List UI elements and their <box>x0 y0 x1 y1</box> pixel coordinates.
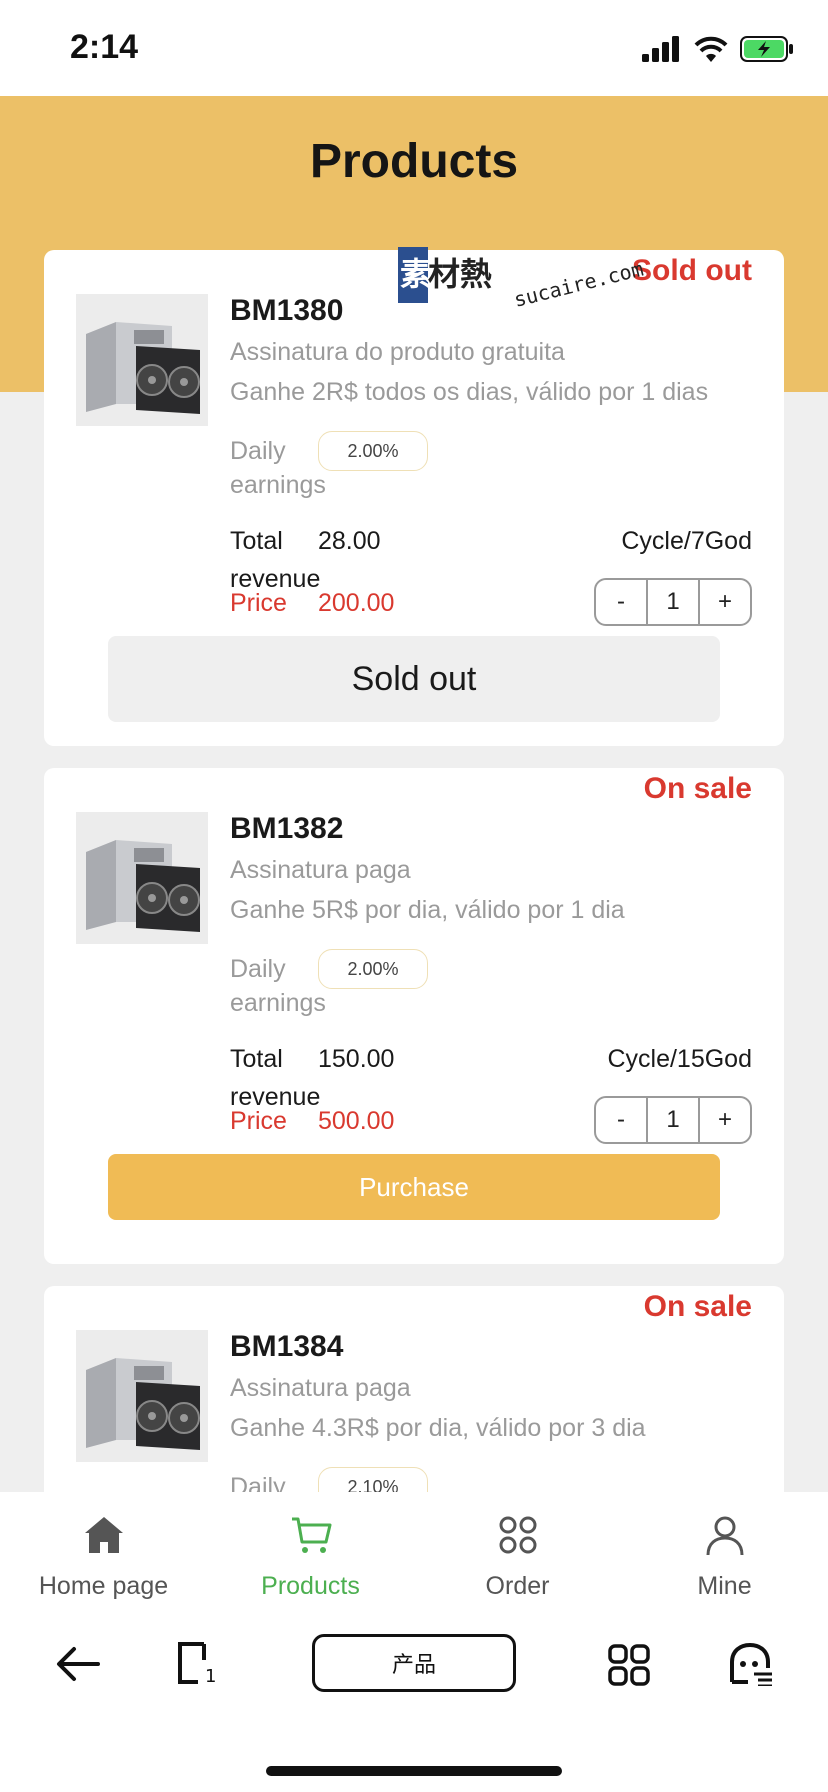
status-badge: On sale <box>643 1290 752 1323</box>
product-subtitle: Assinatura do produto gratuita <box>230 338 565 366</box>
total-revenue-value: 150.00 <box>318 1045 395 1073</box>
daily-rate-badge: 2.00% <box>318 949 428 989</box>
bottom-tabbar: Home page Products Order Mine <box>0 1492 828 1622</box>
product-description: Ganhe 4.3R$ por dia, válido por 3 dia <box>230 1414 646 1442</box>
product-name: BM1384 <box>230 1330 344 1363</box>
quantity-value: 1 <box>646 1098 700 1142</box>
daily-earnings-label: Daily <box>230 1473 286 1492</box>
home-icon <box>84 1517 123 1553</box>
price-value: 500.00 <box>318 1107 395 1135</box>
tab-order[interactable]: Order <box>414 1492 621 1622</box>
decrement-button[interactable]: - <box>596 1098 646 1142</box>
cart-icon <box>291 1517 331 1553</box>
product-image <box>76 294 208 426</box>
increment-button[interactable]: + <box>700 580 750 624</box>
decrement-button[interactable]: - <box>596 580 646 624</box>
increment-button[interactable]: + <box>700 1098 750 1142</box>
product-description: Ganhe 5R$ por dia, válido por 1 dia <box>230 896 625 924</box>
product-list[interactable]: Sold out BM1380 Assinatura do produto gr… <box>0 96 828 1492</box>
order-icon <box>499 1516 536 1554</box>
tab-home[interactable]: Home page <box>0 1492 207 1622</box>
total-revenue-value: 28.00 <box>318 527 381 555</box>
cycle-label: Cycle/15God <box>607 1045 752 1073</box>
daily-earnings-label: Daily earnings <box>230 437 326 499</box>
cycle-label: Cycle/7God <box>621 527 752 555</box>
recent-apps-icon[interactable]: 1 <box>176 1642 220 1686</box>
quantity-value: 1 <box>646 580 700 624</box>
tab-mine[interactable]: Mine <box>621 1492 828 1622</box>
product-image <box>76 812 208 944</box>
system-nav-bar: 1 产品 <box>0 1622 828 1792</box>
price-label: Price <box>230 589 287 617</box>
total-revenue-label: Total revenue <box>230 527 321 593</box>
status-badge: Sold out <box>632 254 752 287</box>
product-description: Ganhe 2R$ todos os dias, válido por 1 di… <box>230 378 709 406</box>
signal-icon <box>642 36 679 62</box>
product-name: BM1382 <box>230 812 344 845</box>
daily-rate-badge: 2.00% <box>318 431 428 471</box>
status-icons <box>642 34 794 64</box>
tab-label: Order <box>485 1572 550 1600</box>
total-revenue-label: Total revenue <box>230 1045 321 1111</box>
assistant-icon[interactable] <box>728 1642 774 1686</box>
quantity-stepper: - 1 + <box>594 1096 752 1144</box>
wifi-icon <box>694 36 728 62</box>
product-card: Sold out BM1380 Assinatura do produto gr… <box>44 250 784 746</box>
price-label: Price <box>230 1107 287 1135</box>
tab-label: Home page <box>38 1572 169 1600</box>
quantity-stepper: - 1 + <box>594 578 752 626</box>
user-icon <box>706 1516 743 1556</box>
product-subtitle: Assinatura paga <box>230 1374 411 1402</box>
product-card: On sale BM1382 Assinatura paga Ganhe 5R$… <box>44 768 784 1264</box>
status-badge: On sale <box>643 772 752 805</box>
tab-label: Mine <box>697 1572 752 1600</box>
app-grid-icon[interactable] <box>608 1644 650 1686</box>
product-name: BM1380 <box>230 294 344 327</box>
current-app-pill[interactable]: 产品 <box>312 1634 516 1692</box>
tab-products[interactable]: Products <box>207 1492 414 1622</box>
status-bar: 2:14 <box>0 0 828 96</box>
sold-out-button[interactable]: Sold out <box>108 636 720 722</box>
daily-rate-badge: 2.10% <box>318 1467 428 1492</box>
daily-earnings-label: Daily earnings <box>230 955 326 1017</box>
page-title: Products <box>309 135 519 188</box>
back-arrow-icon[interactable] <box>54 1644 102 1684</box>
status-time: 2:14 <box>70 28 139 66</box>
battery-icon <box>740 36 793 62</box>
product-subtitle: Assinatura paga <box>230 856 411 884</box>
tab-label: Products <box>261 1572 360 1600</box>
product-image <box>76 1330 208 1462</box>
product-card: On sale BM1384 Assinatura paga Ganhe 4.3… <box>44 1286 784 1492</box>
home-indicator <box>266 1766 562 1776</box>
svg-text:1: 1 <box>205 1666 216 1686</box>
purchase-button[interactable]: Purchase <box>108 1154 720 1220</box>
price-value: 200.00 <box>318 589 395 617</box>
